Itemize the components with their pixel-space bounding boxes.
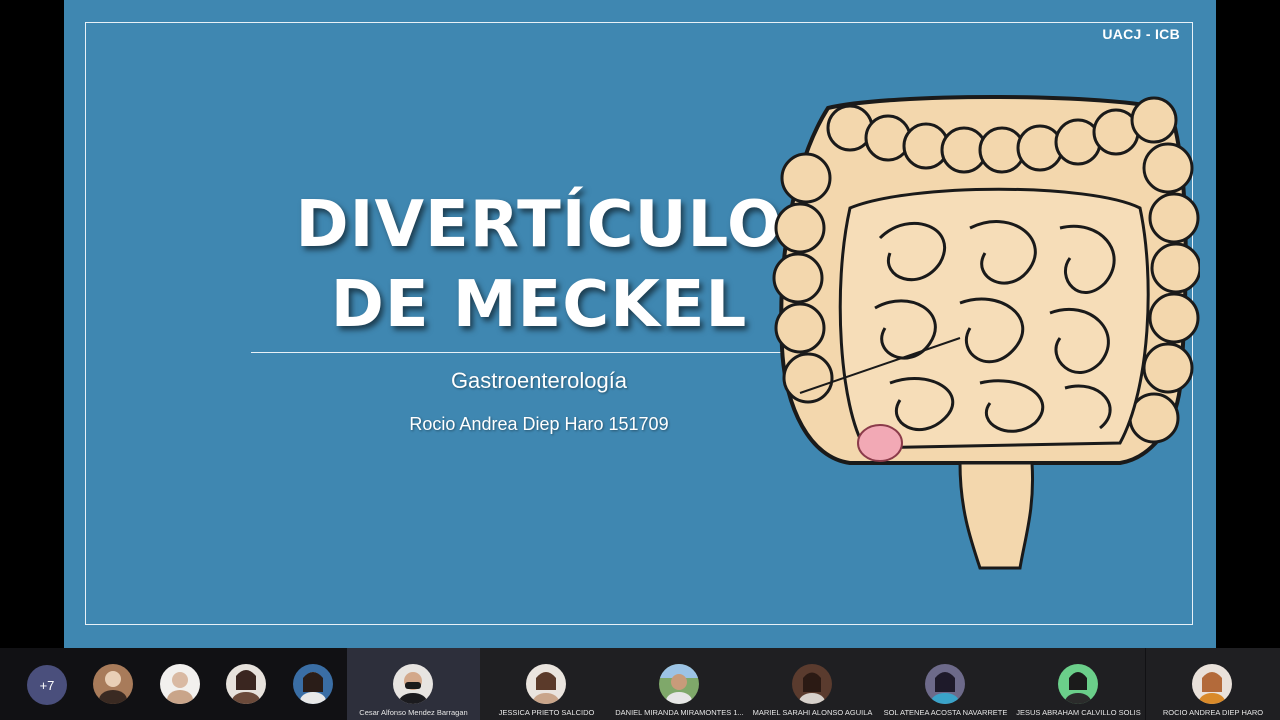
- participant-avatar: [792, 664, 832, 704]
- participant-avatar[interactable]: [226, 664, 266, 704]
- org-label: UACJ - ICB: [1102, 26, 1180, 42]
- participant-avatar: [526, 664, 566, 704]
- more-participants-button[interactable]: +7: [27, 665, 67, 705]
- participant-name: MARIEL SARAHI ALONSO AGUILA: [752, 708, 873, 717]
- participant-avatar: [393, 664, 433, 704]
- participant-name: JESSICA PRIETO SALCIDO: [498, 708, 595, 717]
- participant-name: ROCIO ANDREA DIEP HARO: [1162, 708, 1264, 717]
- participant-name: Cesar Alfonso Mendez Barragan: [359, 708, 468, 717]
- participant-tile[interactable]: SOL ATENEA ACOSTA NAVARRETE: [879, 648, 1012, 720]
- slide-author: Rocio Andrea Diep Haro 151709: [409, 414, 669, 434]
- slide-subtitle: Gastroenterología: [450, 368, 628, 393]
- participant-tile[interactable]: ROCIO ANDREA DIEP HARO: [1146, 648, 1280, 720]
- participant-avatar: [659, 664, 699, 704]
- participant-tile[interactable]: MARIEL SARAHI ALONSO AGUILA: [746, 648, 879, 720]
- participants-bar: +7 Cesar Alfonso Mendez Barragan JESSICA…: [0, 648, 1280, 720]
- participant-avatar[interactable]: [160, 664, 200, 704]
- participant-avatar: [1192, 664, 1232, 704]
- participant-name: JESUS ABRAHAM CALVILLO SOLIS: [1016, 708, 1141, 717]
- participant-tile[interactable]: DANIEL MIRANDA MIRAMONTES 1...: [613, 648, 746, 720]
- presentation-slide: UACJ - ICB DIVERTÍCULO DE MECKEL Gastroe…: [64, 0, 1216, 648]
- participant-name: SOL ATENEA ACOSTA NAVARRETE: [883, 708, 1008, 717]
- participant-tile[interactable]: JESSICA PRIETO SALCIDO: [480, 648, 613, 720]
- participant-avatar: [925, 664, 965, 704]
- participant-tile[interactable]: JESUS ABRAHAM CALVILLO SOLIS: [1012, 648, 1145, 720]
- title-divider: [251, 352, 781, 353]
- intestine-diagram: [770, 88, 1202, 578]
- participant-tile[interactable]: Cesar Alfonso Mendez Barragan: [347, 648, 480, 720]
- participant-avatar[interactable]: [93, 664, 133, 704]
- participant-name: DANIEL MIRANDA MIRAMONTES 1...: [615, 708, 744, 717]
- participant-avatar: [1058, 664, 1098, 704]
- participant-avatar[interactable]: [293, 664, 333, 704]
